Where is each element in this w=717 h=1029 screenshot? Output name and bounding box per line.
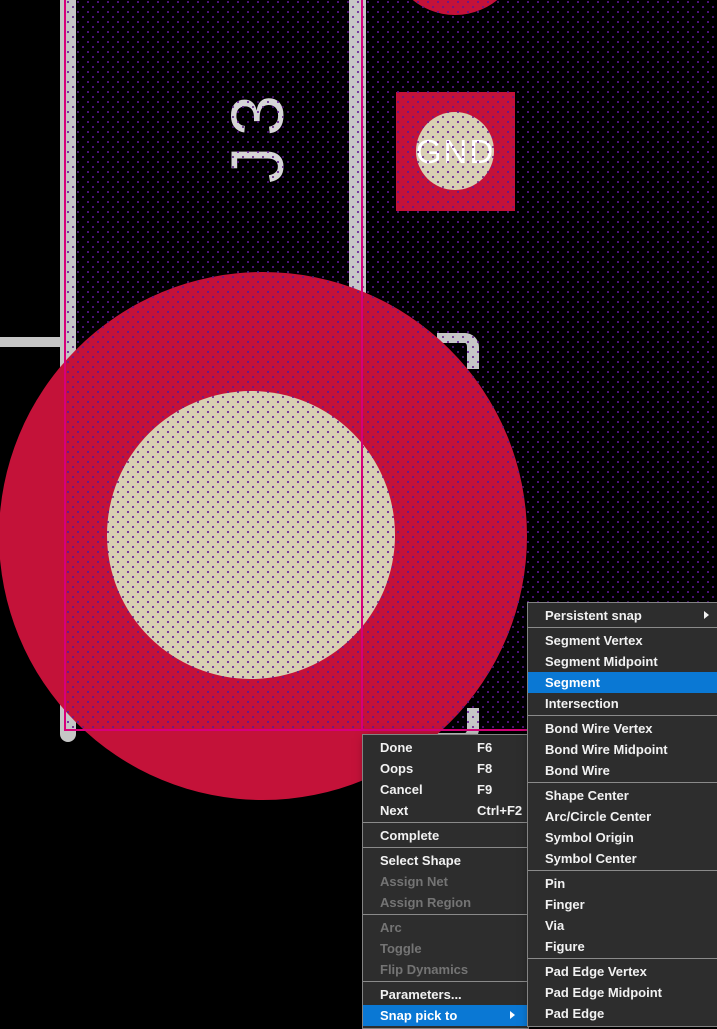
menu-item-label: Toggle xyxy=(380,941,422,956)
menu-item-label: Shape Center xyxy=(545,788,629,803)
menu-item-assign-region: Assign Region xyxy=(363,892,528,913)
menu-item-oops[interactable]: Oops F8 xyxy=(363,758,528,779)
menu-item-next[interactable]: Next Ctrl+F2 xyxy=(363,800,528,821)
menu-item-bond-wire-vertex[interactable]: Bond Wire Vertex xyxy=(528,718,717,739)
menu-item-label: Select Shape xyxy=(380,853,461,868)
menu-item-bond-wire[interactable]: Bond Wire xyxy=(528,760,717,781)
menu-item-segment-vertex[interactable]: Segment Vertex xyxy=(528,630,717,651)
menu-item-complete[interactable]: Complete xyxy=(363,825,528,846)
menu-item-finger[interactable]: Finger xyxy=(528,894,717,915)
menu-item-label: Done xyxy=(380,740,413,755)
menu-item-select-shape[interactable]: Select Shape xyxy=(363,850,528,871)
menu-item-label: Bond Wire xyxy=(545,763,610,778)
menu-item-bond-wire-midpoint[interactable]: Bond Wire Midpoint xyxy=(528,739,717,760)
menu-item-flip-dynamics: Flip Dynamics xyxy=(363,959,528,980)
menu-item-label: Bond Wire Midpoint xyxy=(545,742,668,757)
menu-item-symbol-center[interactable]: Symbol Center xyxy=(528,848,717,869)
menu-item-shortcut: F6 xyxy=(477,740,493,755)
menu-item-label: Pad Edge Midpoint xyxy=(545,985,662,1000)
menu-item-label: Persistent snap xyxy=(545,608,642,623)
menu-item-pad-edge-vertex[interactable]: Pad Edge Vertex xyxy=(528,961,717,982)
menu-item-label: Bond Wire Vertex xyxy=(545,721,653,736)
menu-item-label: Complete xyxy=(380,828,440,843)
shape-edge-vertical-line xyxy=(361,0,363,730)
menu-item-assign-net: Assign Net xyxy=(363,871,528,892)
submenu-arrow-icon xyxy=(704,611,709,619)
menu-item-segment-midpoint[interactable]: Segment Midpoint xyxy=(528,651,717,672)
snap-pick-to-submenu: Persistent snap Segment Vertex Segment Mid… xyxy=(527,602,717,1027)
menu-item-arc-circle-center[interactable]: Arc/Circle Center xyxy=(528,806,717,827)
menu-item-label: Segment Vertex xyxy=(545,633,643,648)
menu-item-label: Flip Dynamics xyxy=(380,962,469,977)
menu-item-symbol-origin[interactable]: Symbol Origin xyxy=(528,827,717,848)
menu-item-pin[interactable]: Pin xyxy=(528,873,717,894)
menu-item-label: Parameters... xyxy=(380,987,462,1002)
menu-item-shape-center[interactable]: Shape Center xyxy=(528,785,717,806)
board-outline-horizontal-bar xyxy=(0,337,62,347)
menu-item-snap-pick-to[interactable]: Snap pick to xyxy=(363,1005,528,1026)
menu-item-shortcut: F9 xyxy=(477,782,493,797)
menu-item-via[interactable]: Via xyxy=(528,915,717,936)
menu-item-shortcut: F8 xyxy=(477,761,493,776)
menu-item-label: Snap pick to xyxy=(380,1008,458,1023)
menu-item-label: Assign Region xyxy=(380,895,472,910)
menu-item-arc: Arc xyxy=(363,917,528,938)
menu-item-pad-edge[interactable]: Pad Edge xyxy=(528,1003,717,1024)
pcb-editor-canvas: { "canvas": { "reference_designator": "J… xyxy=(0,0,717,1029)
menu-item-cancel[interactable]: Cancel F9 xyxy=(363,779,528,800)
menu-item-label: Pin xyxy=(545,876,566,891)
menu-item-toggle: Toggle xyxy=(363,938,528,959)
menu-item-label: Pad Edge Vertex xyxy=(545,964,647,979)
shape-edit-context-menu: Done F6 Oops F8 Cancel F9 Next Ctrl+F2 Complete S… xyxy=(362,734,529,1029)
menu-item-label: Arc xyxy=(380,920,402,935)
menu-item-label: Cancel xyxy=(380,782,423,797)
menu-item-shortcut: Ctrl+F2 xyxy=(477,803,523,818)
menu-item-figure[interactable]: Figure xyxy=(528,936,717,957)
menu-item-label: Via xyxy=(545,918,565,933)
menu-item-label: Segment xyxy=(545,675,600,690)
menu-item-segment[interactable]: Segment xyxy=(528,672,717,693)
menu-item-label: Next xyxy=(380,803,409,818)
menu-item-label: Intersection xyxy=(545,696,619,711)
menu-item-parameters[interactable]: Parameters... xyxy=(363,984,528,1005)
menu-item-label: Symbol Origin xyxy=(545,830,634,845)
menu-item-label: Segment Midpoint xyxy=(545,654,658,669)
menu-item-label: Arc/Circle Center xyxy=(545,809,652,824)
menu-item-label: Finger xyxy=(545,897,585,912)
menu-item-pad-edge-midpoint[interactable]: Pad Edge Midpoint xyxy=(528,982,717,1003)
menu-item-label: Symbol Center xyxy=(545,851,637,866)
menu-item-label: Figure xyxy=(545,939,585,954)
submenu-arrow-icon xyxy=(510,1011,515,1019)
menu-item-label: Assign Net xyxy=(380,874,448,889)
menu-item-persistent-snap[interactable]: Persistent snap xyxy=(528,605,717,626)
menu-item-done[interactable]: Done F6 xyxy=(363,737,528,758)
menu-item-label: Pad Edge xyxy=(545,1006,605,1021)
menu-item-intersection[interactable]: Intersection xyxy=(528,693,717,714)
menu-item-label: Oops xyxy=(380,761,414,776)
